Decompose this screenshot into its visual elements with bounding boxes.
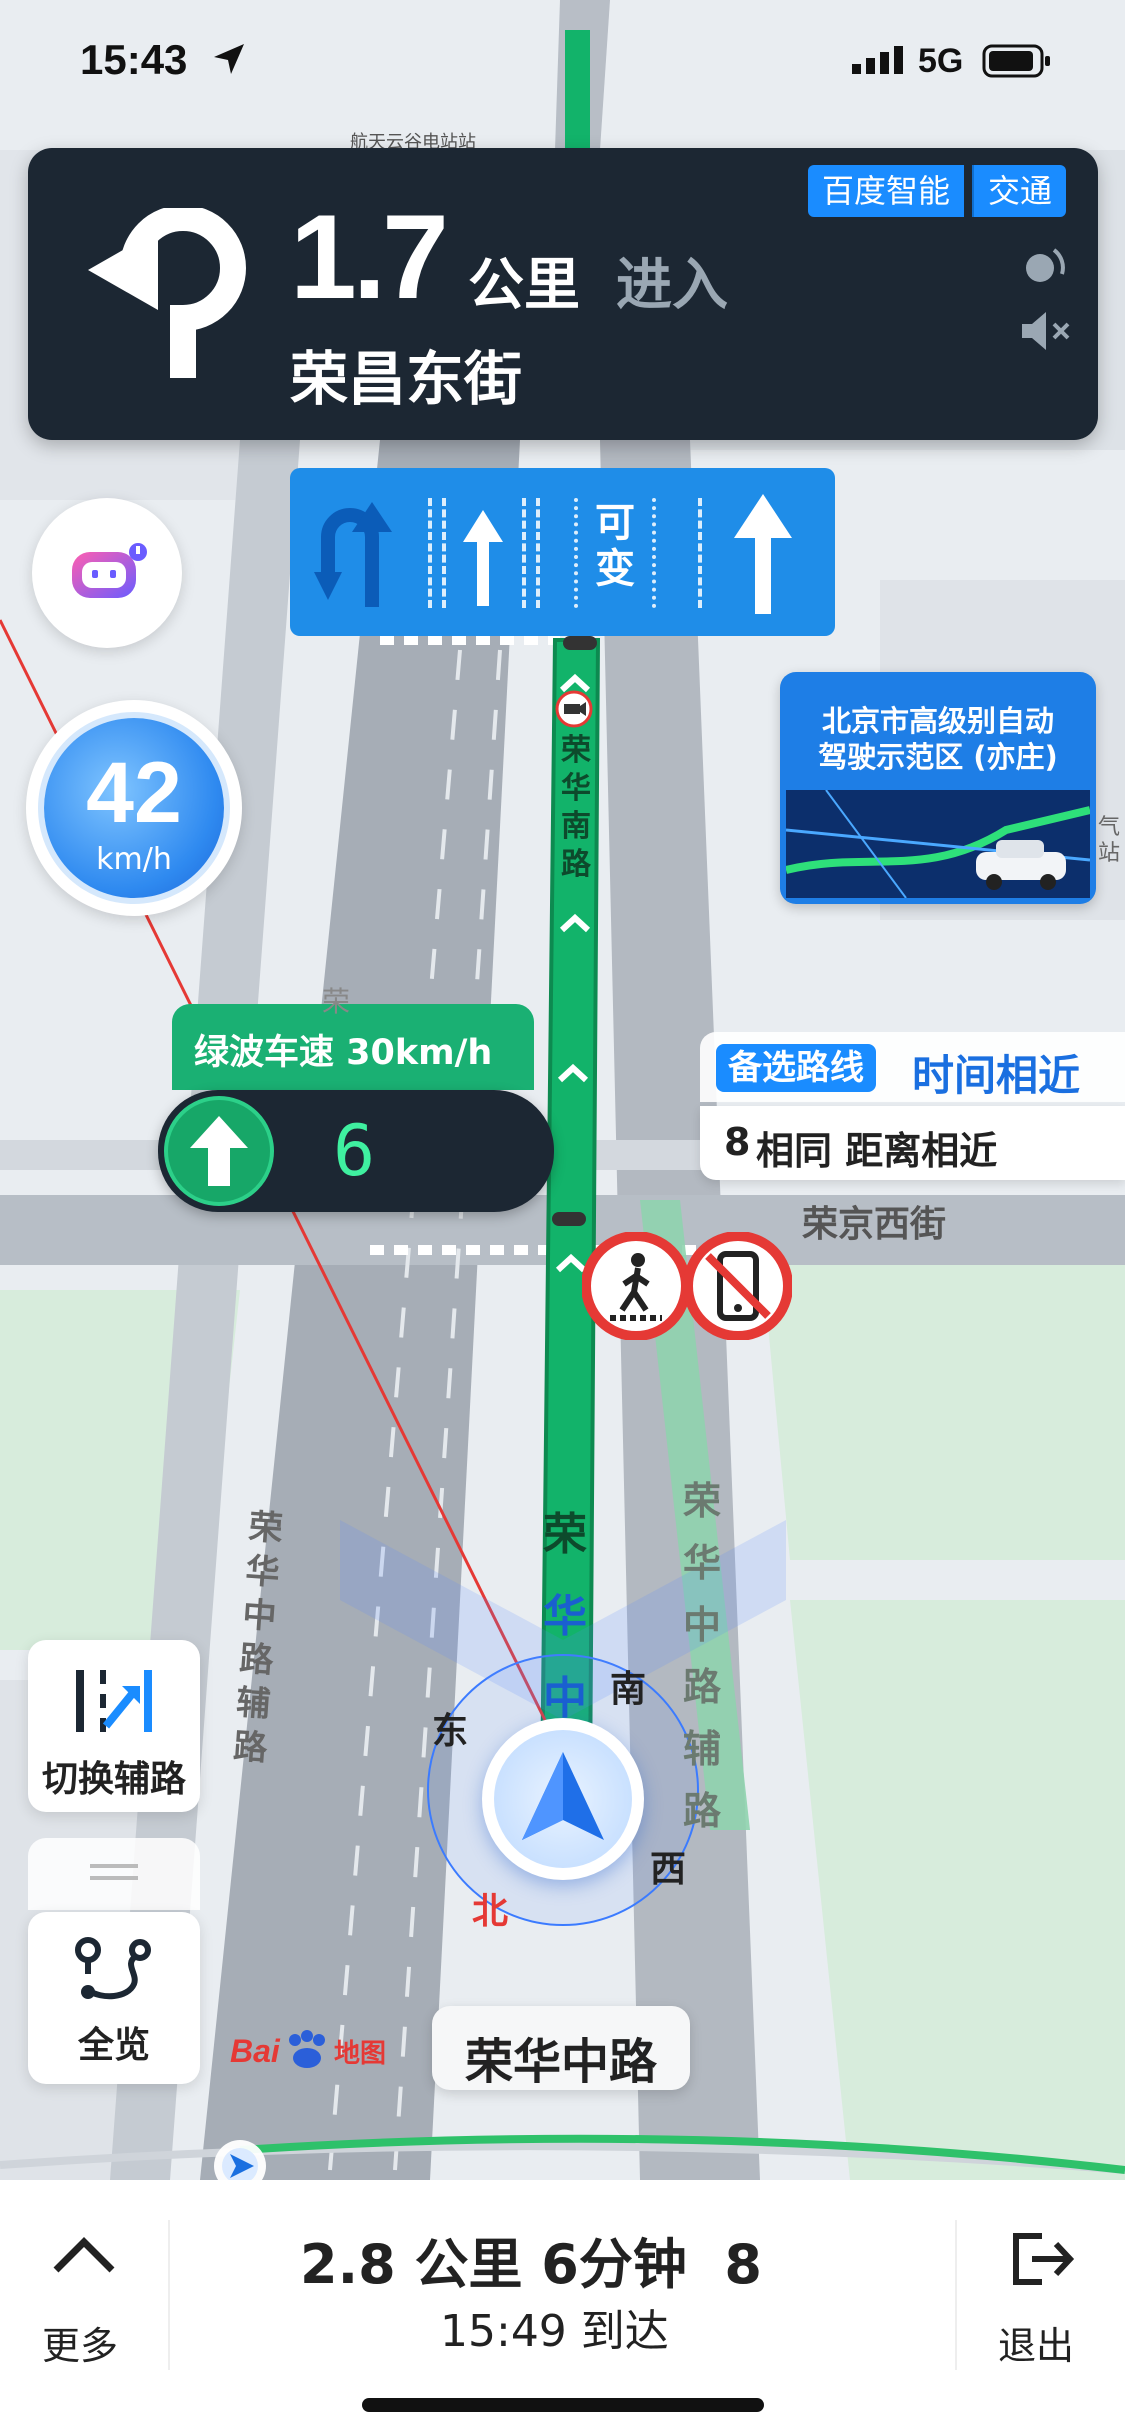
road-char: 路 — [231, 1726, 269, 1769]
road-char: 南 — [561, 809, 591, 844]
switch-aux-road-button[interactable]: 切换辅路 — [28, 1640, 200, 1812]
turn-distance-unit: 公里 — [468, 253, 580, 318]
switch-road-icon — [76, 1670, 152, 1732]
current-road-name: 荣华中路 — [464, 2034, 657, 2090]
road-char: 荣 — [247, 1507, 285, 1550]
speedometer: 42 km/h — [26, 700, 242, 916]
map-cut-label: 荣 — [322, 985, 351, 1018]
u-turn-left-icon — [88, 208, 246, 378]
road-char: 荣 — [682, 1479, 721, 1523]
road-char: 辅 — [682, 1727, 721, 1771]
baidu-paw-icon — [288, 2030, 325, 2068]
exit-icon — [1013, 2233, 1075, 2285]
alt-route-card[interactable]: 备选路线 时间相近 8 相同 距离相近 — [700, 1032, 1125, 1188]
road-char: 荣 — [543, 1509, 587, 1560]
chevron-up-icon — [53, 2237, 115, 2273]
lane-guidance: 可 变 — [290, 468, 835, 636]
signal-countdown: 6 — [333, 1110, 376, 1192]
turn-distance: 1.7 — [290, 190, 449, 324]
speed-unit: km/h — [96, 842, 172, 877]
variable-lane-char-2: 变 — [595, 546, 635, 592]
road-char: 路 — [238, 1638, 275, 1682]
lane-uturn-icon — [314, 502, 392, 607]
road-label-ronghua-middle-main: 荣 华 中 — [538, 1494, 592, 1740]
navigation-arrow-icon — [522, 1752, 604, 1840]
map-cut-label: 气站 — [1098, 815, 1121, 866]
mute-icon[interactable] — [1018, 308, 1072, 354]
road-char: 路 — [682, 1789, 721, 1833]
route-overview-icon — [75, 1937, 151, 2000]
road-char: 路 — [561, 847, 591, 882]
traffic-light-marker — [552, 1212, 586, 1226]
autodrive-illustration — [786, 790, 1090, 898]
road-char: 中 — [241, 1594, 278, 1638]
next-street: 荣昌东街 — [290, 345, 523, 413]
baidu-logo-text: Bai — [230, 2033, 280, 2069]
road-char: 中 — [682, 1603, 721, 1647]
traffic-light-marker — [563, 636, 597, 650]
autodrive-zone-card[interactable]: 北京市高级别自动 驾驶示范区 (亦庄) — [780, 672, 1096, 904]
assistant-robot-icon — [72, 543, 147, 598]
road-char: 华 — [244, 1551, 281, 1594]
traffic-tag: 交通 — [972, 165, 1067, 217]
location-arrow-icon — [214, 44, 244, 74]
battery-icon — [982, 44, 1050, 78]
overview-button[interactable]: 全览 — [28, 1912, 200, 2084]
straight-arrow-icon — [190, 1116, 248, 1186]
trip-arrival-time: 15:49 到达 — [440, 2306, 669, 2357]
more-label: 更多 — [42, 2324, 119, 2368]
current-speed: 42 — [86, 745, 182, 841]
network-type: 5G — [918, 42, 964, 80]
road-char: 华 — [561, 771, 591, 806]
road-char: 路 — [682, 1665, 721, 1709]
status-time: 15:43 — [80, 36, 188, 83]
lane-straight-icon — [463, 510, 503, 606]
road-char: 华 — [543, 1591, 587, 1642]
camera-warning-icon — [555, 690, 593, 728]
car-position-marker — [482, 1718, 644, 1880]
lane-straight-highlight-icon — [734, 494, 792, 614]
compass-north: 北 — [472, 1891, 509, 1932]
signal-icon — [852, 46, 903, 74]
current-road-pill: 荣华中路 — [432, 2006, 690, 2090]
switch-aux-road-label: 切换辅路 — [41, 1759, 186, 1800]
variable-lane: 可 变 — [590, 500, 640, 592]
compass-east: 东 — [432, 1711, 469, 1752]
road-label-ronghua-south: 荣 华 南 路 — [559, 732, 593, 884]
autodrive-card-line2: 驾驶示范区 (亦庄) — [818, 740, 1058, 774]
baidu-map-logo: Bai 地图 — [230, 2030, 386, 2074]
home-indicator[interactable] — [362, 2398, 764, 2412]
compass-south: 南 — [610, 1669, 647, 1710]
no-phone-warning-icon — [684, 1232, 792, 1340]
alt-route-time: 时间相近 — [912, 1051, 1081, 1100]
road-char: 荣 — [561, 733, 591, 768]
compass-west: 西 — [650, 1849, 687, 1890]
alt-route-tag: 备选路线 — [716, 1044, 876, 1092]
more-button[interactable]: 更多 — [0, 2180, 170, 2390]
collapse-handle[interactable] — [28, 1838, 200, 1910]
overview-label: 全览 — [77, 2025, 150, 2066]
exit-button[interactable]: 退出 — [958, 2180, 1125, 2390]
green-wave-title: 绿波车速 30km/h — [194, 1033, 493, 1073]
trip-distance-time: 2.8 公里 6分钟 8 — [300, 2233, 763, 2296]
road-label-rongjing-west: 荣京西街 — [802, 1204, 947, 1245]
pedestrian-warning-icon — [582, 1232, 690, 1340]
status-bar: 15:43 5G — [0, 0, 1125, 120]
exit-label: 退出 — [998, 2324, 1075, 2368]
turn-action: 进入 — [616, 253, 728, 318]
road-char: 华 — [682, 1541, 721, 1585]
variable-lane-char-1: 可 — [595, 500, 635, 546]
voice-broadcast-icon[interactable] — [1018, 240, 1068, 290]
green-wave-countdown: 6 — [158, 1090, 554, 1212]
baidu-intelligent-tag: 百度智能 — [808, 165, 965, 217]
traffic-light-count: 8 — [724, 1120, 751, 1164]
baidu-logo-suffix: 地图 — [333, 2039, 386, 2069]
road-label-right-aux: 荣 华 中 路 辅 路 — [680, 1470, 724, 1842]
alt-route-detail: 相同 距离相近 — [756, 1129, 998, 1173]
voice-assistant-button[interactable] — [32, 498, 182, 648]
green-wave-panel: 绿波车速 30km/h — [172, 1004, 534, 1090]
road-char: 辅 — [235, 1682, 272, 1725]
